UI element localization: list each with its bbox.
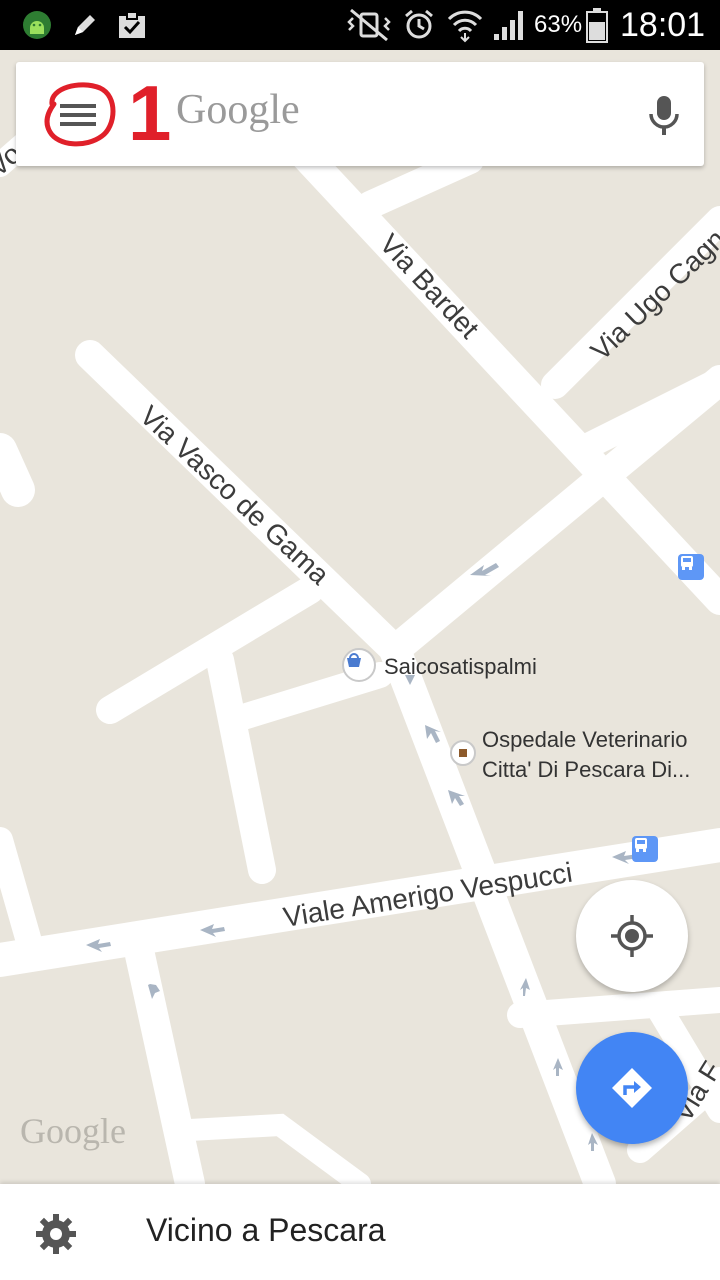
poi-hospital-label-line2[interactable]: Citta' Di Pescara Di...	[482, 755, 690, 784]
wifi-icon	[444, 0, 486, 50]
road-bottom-curve	[179, 1113, 371, 1184]
clipboard-check-icon	[114, 0, 150, 50]
road-west-branch	[96, 576, 324, 724]
map-view[interactable]: Via Bardet Via Ugo Cagn Via Vasco de Gam…	[0, 50, 720, 1184]
gear-icon	[36, 1214, 76, 1254]
poi-dot	[459, 749, 467, 757]
mic-button[interactable]	[636, 88, 692, 144]
shopping-bag-icon[interactable]	[342, 648, 376, 682]
edit-icon	[66, 0, 104, 50]
directions-button[interactable]	[576, 1032, 688, 1144]
mic-icon	[649, 96, 679, 135]
google-logo: Google	[176, 87, 300, 133]
alarm-icon	[400, 0, 438, 50]
label-via-ugo-cagni: Via Ugo Cagn	[585, 223, 720, 366]
road-stub-south	[206, 646, 276, 884]
poi-marker-icon[interactable]	[450, 740, 476, 766]
road-far-west	[0, 827, 43, 958]
status-bar: 63% 18:01	[0, 0, 720, 50]
bus-stop-icon[interactable]	[678, 554, 704, 580]
road-via-bardet	[285, 135, 720, 615]
bottom-bar[interactable]: Vicino a Pescara	[0, 1184, 720, 1280]
google-watermark: Google	[20, 1111, 126, 1151]
annotation-number: 1	[128, 69, 172, 157]
screen: 63% 18:01 Via Bardet Via Ugo Cagn Via Va…	[0, 0, 720, 1280]
bus-stop-icon[interactable]	[632, 836, 658, 862]
poi-hospital-label-line1[interactable]: Ospedale Veterinario	[482, 725, 687, 754]
label-via-bardet: Via Bardet	[374, 228, 486, 345]
location-label[interactable]: Vicino a Pescara	[146, 1212, 386, 1249]
road-network: Via Bardet Via Ugo Cagn Via Vasco de Gam…	[0, 118, 720, 1184]
menu-icon	[44, 82, 116, 147]
menu-button[interactable]	[44, 80, 116, 150]
settings-button[interactable]	[30, 1208, 82, 1260]
search-box[interactable]: 1 Google	[16, 62, 704, 166]
battery-percent: 63%	[534, 11, 583, 38]
road-connector-top	[356, 146, 484, 219]
poi-shop-label[interactable]: Saicosatispalmi	[384, 652, 537, 681]
mute-vibrate-icon	[344, 0, 394, 50]
clock: 18:01	[620, 5, 706, 44]
battery-icon	[584, 0, 610, 50]
label-via-vasco-de-gama: Via Vasco de Gama	[134, 400, 336, 591]
android-debug-icon	[18, 0, 56, 50]
road-left-stub	[0, 433, 35, 507]
label-viale-amerigo-vespucci: Viale Amerigo Vespucci	[281, 857, 574, 933]
directions-icon	[612, 1068, 652, 1108]
road-east-lower	[507, 987, 720, 1028]
signal-icon	[490, 0, 530, 50]
road-south-west	[125, 940, 205, 1184]
my-location-button[interactable]	[576, 880, 688, 992]
crosshair-icon	[611, 915, 653, 957]
